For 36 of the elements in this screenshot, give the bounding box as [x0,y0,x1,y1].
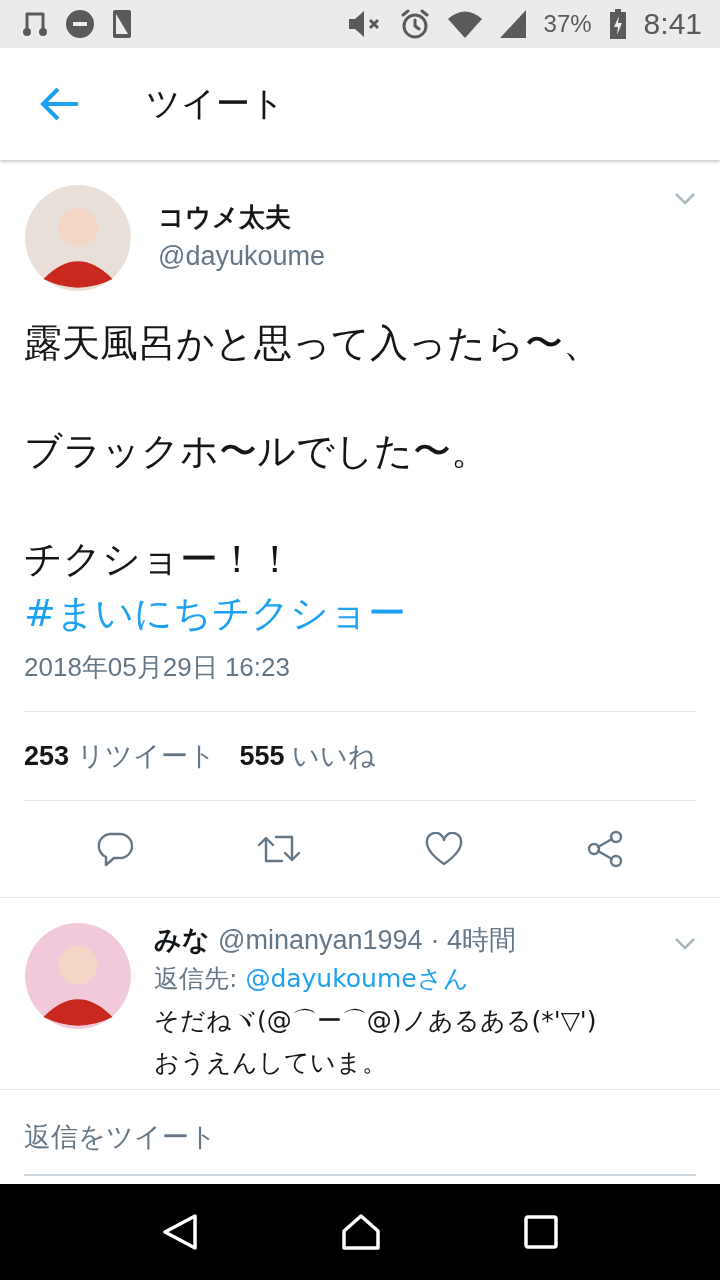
back-arrow-icon[interactable] [40,87,80,121]
wifi-icon [447,10,482,38]
alarm-icon [399,9,430,39]
tweet-text: ブラックホ〜ルでした〜。 [24,428,490,475]
battery-percent: 37% [543,10,592,38]
muted-speaker-icon [347,10,382,38]
stat-count[interactable]: 555 いいね [239,738,377,774]
back-icon[interactable] [161,1213,198,1251]
tweet-timestamp: 2018年05月29日 16:23 [24,650,696,712]
do-not-disturb-icon [66,10,94,38]
author-handle: @dayukoume [158,241,326,272]
reply-handle: @minanyan1994 [218,924,423,956]
reply-icon[interactable] [95,831,134,867]
author-name: コウメ太夫 [158,201,292,234]
home-icon[interactable] [341,1213,381,1251]
avatar-icon [24,184,132,292]
reply-field[interactable]: 返信をツイート [24,1098,696,1176]
phone-icon [112,9,132,39]
avatar-icon [24,922,132,1030]
battery-icon [609,9,626,39]
tweet-text: 露天風呂かと思って入ったら〜、 [24,320,602,367]
stat-count[interactable]: 253 リツイート [24,738,216,774]
reply-time: · 4時間 [430,924,517,957]
recents-icon[interactable] [524,1215,559,1249]
page-title: ツイート [146,82,285,125]
share-icon[interactable] [586,830,625,868]
retweet-icon[interactable] [257,833,302,865]
reply-to-text: 返信先: @dayukoumeさん [154,963,470,995]
tweet-text: チクショー！！ #まいにちチクショー [24,536,407,637]
music-note-icon [22,10,48,38]
clock-time: 8:41 [643,7,702,41]
heart-icon[interactable] [424,832,463,866]
signal-icon [499,10,526,38]
reply-author-name: みな [154,923,210,957]
reply-text: おうえんしていま。 [154,1047,388,1079]
reply-text: そだねヾ(@⌒ー⌒@)ノあるある(*'▽') [154,1005,598,1037]
